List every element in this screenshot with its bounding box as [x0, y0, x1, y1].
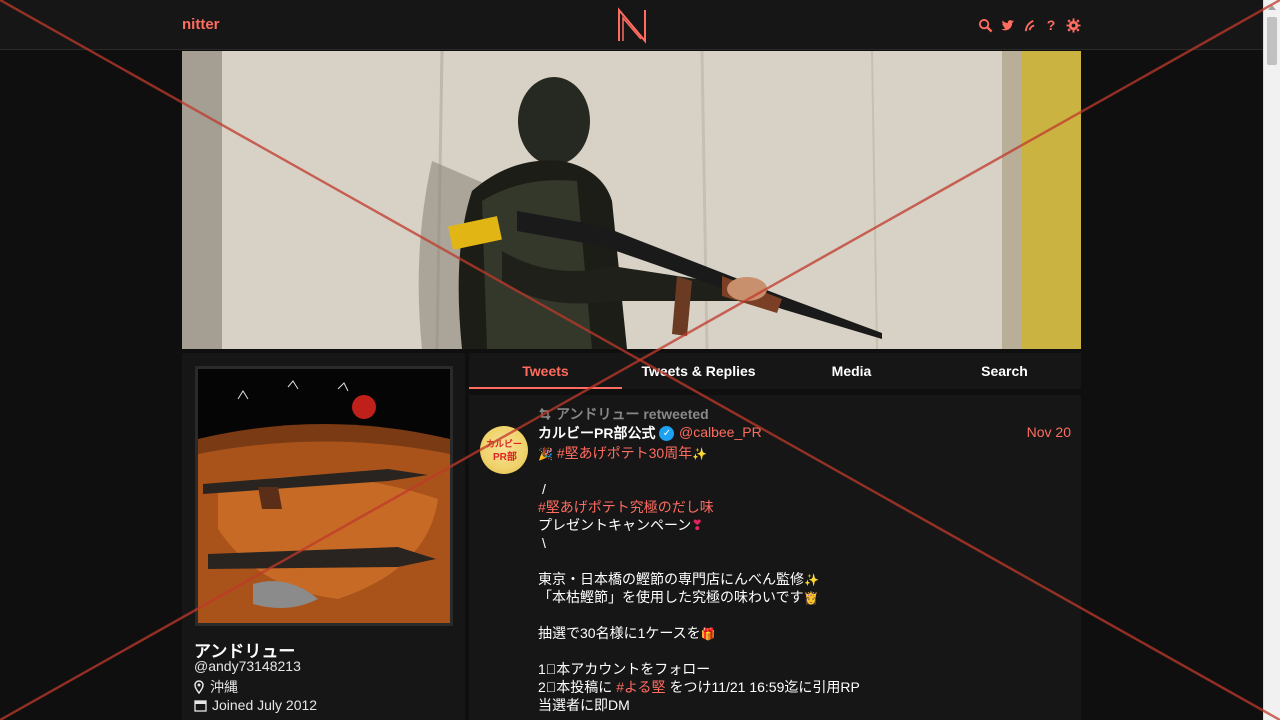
slash-line: /	[542, 481, 546, 497]
heart-emoji: ❣	[691, 517, 704, 533]
timeline: アンドリュー retweeted カルビー PR部 カルビーPR部公式 ✓ @c…	[469, 395, 1081, 720]
profile-banner-image[interactable]	[182, 51, 1081, 349]
gear-icon[interactable]	[1065, 17, 1081, 33]
timeline-tabs: Tweets Tweets & Replies Media Search	[469, 353, 1081, 389]
profile-joined: Joined July 2012	[194, 697, 317, 713]
tweet-text: 抽選で30名様に1ケースを	[538, 625, 701, 641]
calendar-icon	[194, 699, 207, 712]
hashtag-link[interactable]: #堅あげポテト30周年	[557, 445, 692, 461]
tweet-text: 1⃣本アカウントをフォロー	[538, 661, 711, 677]
joined-text: Joined July 2012	[212, 697, 318, 713]
retweet-icon	[539, 408, 551, 420]
help-icon[interactable]: ?	[1043, 17, 1059, 33]
tab-tweets[interactable]: Tweets	[469, 353, 622, 389]
location-text: 沖縄	[210, 679, 238, 695]
nitter-logo-icon[interactable]	[614, 6, 650, 44]
party-popper-emoji: 🎉	[538, 447, 553, 461]
hashtag-link[interactable]: #堅あげポテト究極のだし味	[538, 499, 714, 515]
tab-search[interactable]: Search	[928, 353, 1081, 389]
tab-media[interactable]: Media	[775, 353, 928, 389]
backslash-line: \	[542, 535, 546, 551]
tab-tweets-replies[interactable]: Tweets & Replies	[622, 353, 775, 389]
tweet-content: 🎉 #堅あげポテト30周年✨ / #堅あげポテト究極のだし味 プレゼントキャンペ…	[538, 444, 1068, 714]
sparkles-emoji: ✨	[692, 447, 708, 461]
scroll-up-arrow-icon[interactable]	[1268, 5, 1276, 10]
profile-username[interactable]: @andy73148213	[194, 658, 301, 674]
tweet-text: をつけ11/21 16:59迄に引用RP	[669, 679, 860, 695]
tweet-text: 当選者に即DM	[538, 697, 630, 713]
avatar-photo	[198, 369, 450, 623]
nav-icon-group: ?	[977, 16, 1081, 34]
page-scrollbar[interactable]	[1263, 0, 1280, 720]
retweeted-by-text[interactable]: アンドリュー retweeted	[556, 404, 709, 424]
nitter-home-link[interactable]: nitter	[182, 16, 220, 33]
twitter-bird-icon[interactable]	[999, 17, 1015, 33]
search-icon[interactable]	[977, 17, 993, 33]
sparkles-emoji: ✨	[804, 573, 819, 587]
profile-card: アンドリュー @andy73148213 沖縄 Joined July 2012	[182, 353, 465, 720]
tweet-date-link[interactable]: Nov 20	[1027, 424, 1071, 440]
tweet-text: 「本枯鰹節」を使用した究極の味わいです	[538, 589, 804, 605]
retweet-header: アンドリュー retweeted	[538, 404, 709, 424]
tweet-author-handle[interactable]: @calbee_PR	[679, 424, 762, 440]
rss-feed-icon[interactable]	[1021, 17, 1037, 33]
gift-emoji: 🎁	[700, 627, 716, 641]
tweet-author-avatar[interactable]: カルビー PR部	[480, 426, 528, 474]
princess-emoji: 👸	[803, 591, 819, 605]
tweet-text: 東京・日本橋の鰹節の専門店にんべん監修	[538, 571, 804, 587]
avatar-logo-subtext: PR部	[493, 452, 517, 463]
author-fullname[interactable]: カルビーPR部公式	[538, 423, 655, 443]
hashtag-link[interactable]: #よる堅	[616, 679, 665, 695]
scrollbar-thumb[interactable]	[1267, 17, 1277, 65]
top-navbar: nitter ?	[0, 0, 1263, 50]
profile-avatar[interactable]	[195, 366, 453, 626]
tweet-text: プレゼントキャンペーン	[538, 517, 692, 533]
tweet-author-name[interactable]: カルビーPR部公式 ✓	[538, 423, 675, 443]
tweet-text: 2⃣本投稿に	[538, 679, 613, 695]
banner-photo	[182, 51, 1081, 349]
profile-location: 沖縄	[194, 677, 238, 697]
verified-badge-icon: ✓	[659, 425, 675, 441]
location-pin-icon	[194, 680, 204, 694]
